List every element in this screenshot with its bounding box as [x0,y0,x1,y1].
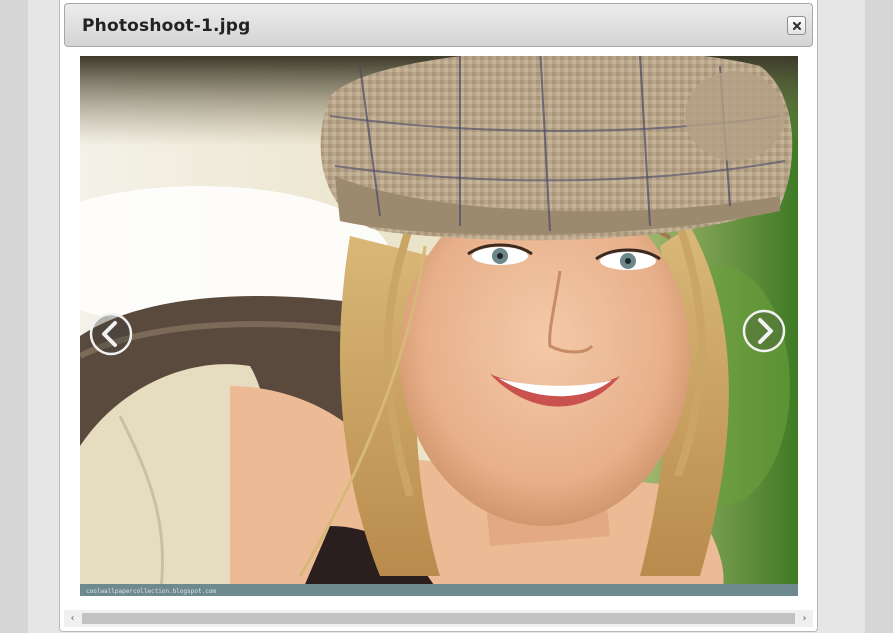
next-image-button[interactable] [741,308,787,354]
chevron-right-circle-icon [742,309,786,353]
image-watermark: coolwallpapercollection.blogspot.com [86,588,216,595]
dialog-titlebar[interactable]: Photoshoot-1.jpg [64,3,813,47]
close-button[interactable] [787,16,806,35]
dialog-content: coolwallpapercollection.blogspot.com [64,52,813,610]
chevron-left-circle-icon [89,312,133,356]
image-viewer-dialog: Photoshoot-1.jpg coolwallpapercollection… [59,0,818,632]
dialog-title: Photoshoot-1.jpg [82,16,251,36]
scroll-left-button[interactable]: ‹ [64,610,81,627]
previous-image-button[interactable] [88,311,134,357]
page-background-left [0,0,28,633]
scroll-right-arrow-icon: › [802,613,807,624]
page-background-right [865,0,893,633]
photo-image: coolwallpapercollection.blogspot.com [80,56,798,596]
scroll-left-arrow-icon: ‹ [70,613,75,624]
scroll-thumb[interactable] [82,613,795,624]
scroll-track[interactable] [81,610,796,627]
horizontal-scrollbar[interactable]: ‹ › [64,610,813,627]
scroll-right-button[interactable]: › [796,610,813,627]
close-icon [792,21,801,30]
